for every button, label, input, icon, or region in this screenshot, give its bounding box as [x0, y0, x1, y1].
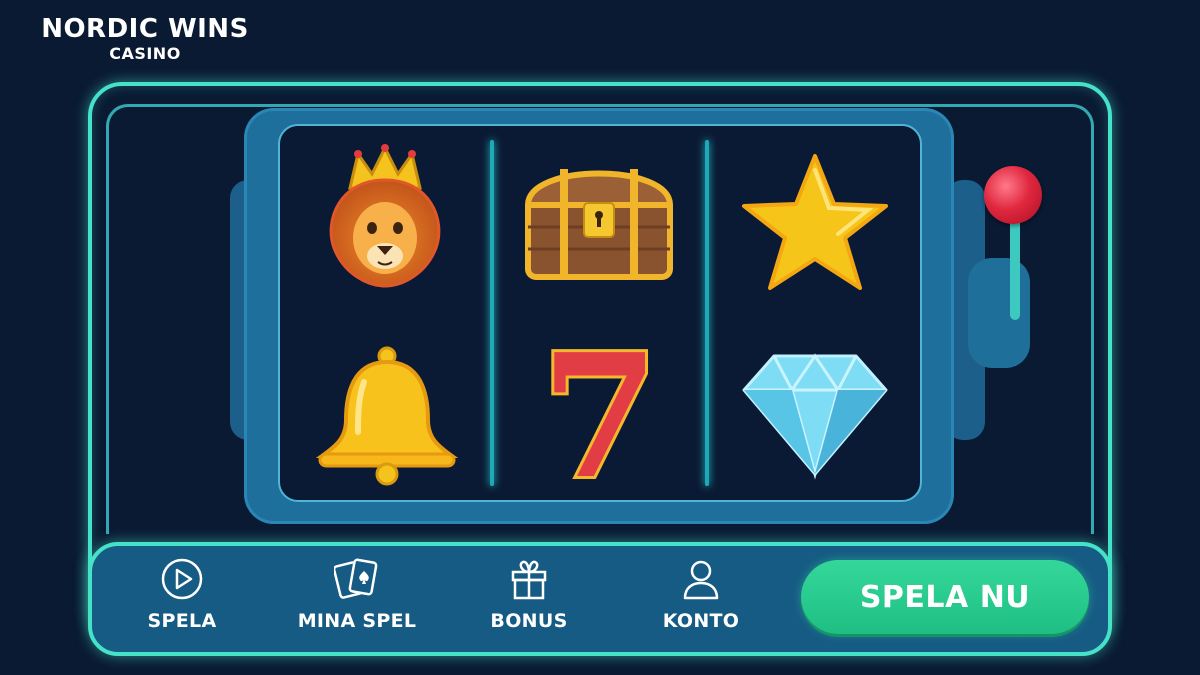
seven-icon: 7 [525, 338, 675, 488]
diamond-icon [740, 350, 890, 480]
lever-handle[interactable] [984, 166, 1042, 224]
brand-subtitle: CASINO [109, 44, 181, 63]
nav-label-play: SPELA [147, 610, 217, 632]
lion-icon [310, 140, 460, 290]
reel-divider [705, 140, 709, 486]
star-icon [740, 148, 890, 298]
user-icon [678, 556, 724, 602]
playing-cards-icon [334, 556, 380, 602]
treasure-chest-icon [520, 145, 678, 285]
nav-label-account: KONTO [662, 610, 740, 632]
play-circle-icon [159, 556, 205, 602]
nav-label-bonus: BONUS [490, 610, 568, 632]
nav-item-bonus[interactable]: BONUS [449, 556, 609, 640]
nav-item-play[interactable]: SPELA [102, 556, 262, 640]
nav-item-account[interactable]: KONTO [621, 556, 781, 640]
brand-logo: NORDIC WINS CASINO [34, 14, 256, 64]
nav-item-my-games[interactable]: MINA SPEL [277, 556, 437, 640]
lever-rod[interactable] [1010, 210, 1020, 320]
brand-title: NORDIC WINS [41, 14, 249, 44]
lever-mount [968, 258, 1030, 368]
nav-label-my-games: MINA SPEL [297, 610, 417, 632]
play-now-button[interactable]: SPELA NU [801, 560, 1089, 634]
gift-icon [506, 556, 552, 602]
reel-divider [490, 140, 494, 486]
seven-symbol-text: 7 [541, 338, 659, 488]
bell-icon [312, 342, 462, 492]
